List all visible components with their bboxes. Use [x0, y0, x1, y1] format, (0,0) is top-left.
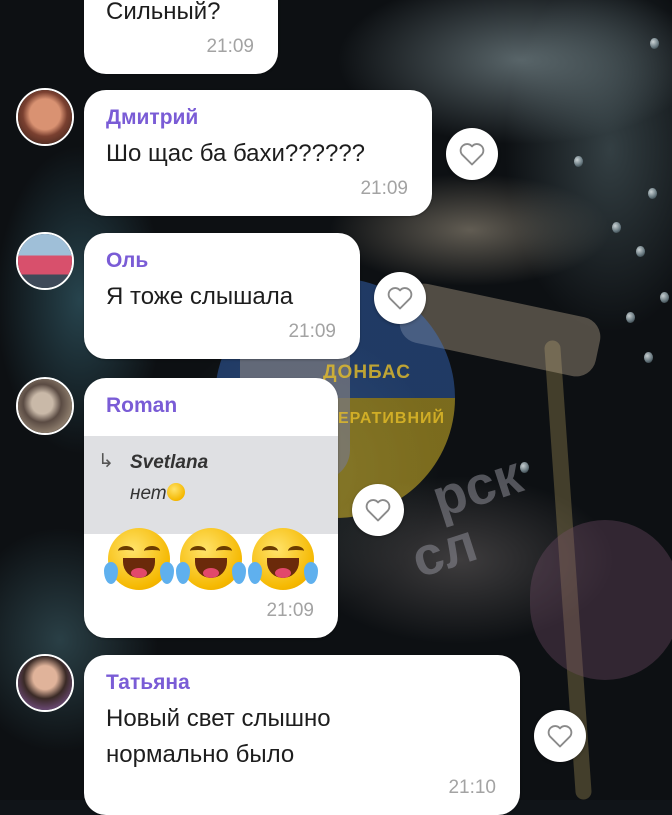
- like-button[interactable]: [352, 484, 404, 536]
- message-time: 21:09: [288, 321, 336, 342]
- sender-name[interactable]: Татьяна: [106, 671, 190, 695]
- rofl-emoji-icon: [176, 528, 246, 590]
- sender-name[interactable]: Дмитрий: [106, 106, 198, 130]
- heart-outline-icon: [365, 499, 391, 522]
- message-bubble[interactable]: Татьяна Новый свет слышно нормально было…: [84, 655, 520, 815]
- message-text: Шо щас ба бахи??????: [106, 140, 366, 167]
- like-button[interactable]: [446, 128, 498, 180]
- rofl-emoji-icon: [248, 528, 318, 590]
- message-time: 21:10: [448, 777, 496, 798]
- avatar[interactable]: [16, 232, 74, 290]
- message-text: Сильный?: [106, 0, 221, 25]
- heart-outline-icon: [387, 287, 413, 310]
- sender-name[interactable]: Roman: [106, 394, 177, 418]
- message-text-line-2: нормально было: [106, 741, 295, 768]
- reply-author: Svetlana: [130, 452, 209, 473]
- rofl-emoji-icon: [166, 483, 185, 501]
- message-bubble[interactable]: Сильный? 21:09: [84, 0, 278, 74]
- message-text-line-1: Новый свет слышно: [106, 705, 331, 732]
- watermark-text-1: ДОНБАС: [323, 362, 411, 383]
- like-button[interactable]: [534, 710, 586, 762]
- message-text: Я тоже слышала: [106, 283, 294, 310]
- message-time: 21:09: [266, 600, 314, 621]
- heart-outline-icon: [459, 143, 485, 166]
- avatar[interactable]: [16, 88, 74, 146]
- avatar[interactable]: [16, 654, 74, 712]
- message-time: 21:09: [360, 178, 408, 199]
- message-bubble[interactable]: Roman ↳ Svetlana нет 21:09: [84, 378, 338, 638]
- heart-outline-icon: [547, 725, 573, 748]
- reply-text: нет: [130, 483, 185, 505]
- reply-text-value: нет: [130, 483, 167, 504]
- like-button[interactable]: [374, 272, 426, 324]
- avatar[interactable]: [16, 377, 74, 435]
- message-bubble[interactable]: Дмитрий Шо щас ба бахи?????? 21:09: [84, 90, 432, 216]
- message-time: 21:09: [206, 36, 254, 57]
- message-bubble[interactable]: Оль Я тоже слышала 21:09: [84, 233, 360, 359]
- sender-name[interactable]: Оль: [106, 249, 148, 273]
- reply-arrow-icon: ↳: [98, 451, 114, 472]
- reply-quote[interactable]: ↳ Svetlana нет: [84, 436, 338, 534]
- rofl-emoji-icon: [104, 528, 174, 590]
